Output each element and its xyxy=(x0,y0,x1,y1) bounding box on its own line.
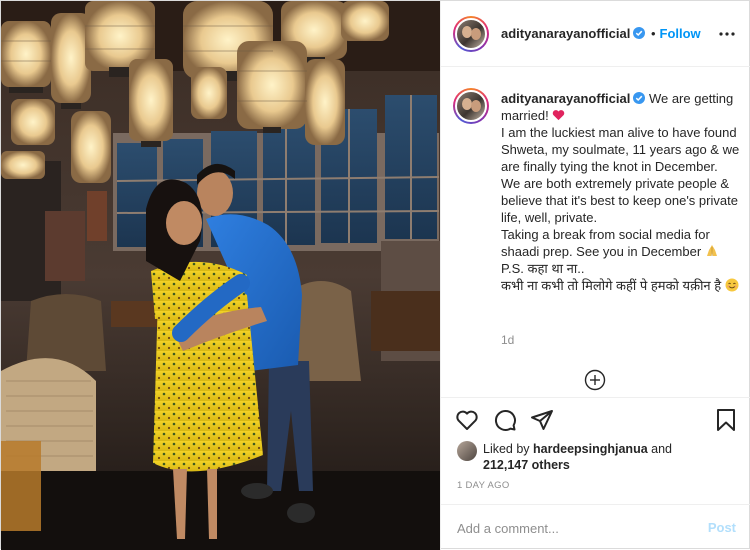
caption-line-2: I am the luckiest man alive to have foun… xyxy=(501,125,740,174)
comment-input[interactable] xyxy=(457,518,697,538)
folded-hands-emoji-icon xyxy=(706,245,717,256)
likes-count[interactable]: 212,147 others xyxy=(483,458,570,472)
instagram-post: adityanarayanofficial • Follow adityanara… xyxy=(0,0,750,550)
likes-line-1: Liked by hardeepsinghjanua and xyxy=(483,442,672,456)
caption-username[interactable]: adityanarayanofficial xyxy=(501,91,630,106)
caption-avatar[interactable] xyxy=(453,88,489,124)
follow-button[interactable]: Follow xyxy=(660,26,701,41)
post-photo[interactable] xyxy=(1,1,440,550)
post-date[interactable]: 1 DAY AGO xyxy=(457,480,510,491)
caption-time-ago[interactable]: 1d xyxy=(501,333,514,347)
caption-area: adityanarayanofficial We are getting mar… xyxy=(441,68,750,391)
smiling-face-emoji-icon xyxy=(725,278,739,292)
verified-badge-icon xyxy=(633,92,646,104)
comment-icon[interactable] xyxy=(493,408,517,432)
header-username[interactable]: adityanarayanofficial xyxy=(501,26,630,41)
red-heart-emoji-icon xyxy=(553,110,565,121)
post-comment-button[interactable]: Post xyxy=(708,520,736,535)
comment-bar: Post xyxy=(441,504,750,550)
separator-dot: • xyxy=(650,26,656,41)
share-icon[interactable] xyxy=(530,408,554,432)
more-options-icon[interactable] xyxy=(718,25,736,43)
likes-and-label: and xyxy=(651,442,672,456)
caption-text: adityanarayanofficial We are getting mar… xyxy=(501,90,741,294)
likes-summary: Liked by hardeepsinghjanua and 212,147 o… xyxy=(457,441,747,477)
photo-couple-restaurant xyxy=(1,1,440,550)
likes-line-2: 212,147 others xyxy=(483,458,570,472)
avatar[interactable] xyxy=(453,16,489,52)
caption-line-4: Taking a break from social media for sha… xyxy=(501,227,710,259)
caption-line-6: कभी ना कभी तो मिलोगे कहीं पे हमको यक़ीन … xyxy=(501,278,722,293)
liker-username[interactable]: hardeepsinghjanua xyxy=(533,442,648,456)
caption-line-5: P.S. कहा था ना.. xyxy=(501,261,585,276)
header-username-line: adityanarayanofficial • Follow xyxy=(501,26,701,41)
save-icon[interactable] xyxy=(714,408,738,432)
liker-avatar[interactable] xyxy=(457,441,477,461)
plus-circle-icon[interactable] xyxy=(584,369,606,391)
action-bar xyxy=(441,397,750,441)
verified-badge-icon xyxy=(633,27,646,39)
liked-by-label: Liked by xyxy=(483,442,530,456)
post-header: adityanarayanofficial • Follow xyxy=(441,1,750,67)
post-sidebar: adityanarayanofficial • Follow adityanara… xyxy=(440,1,750,550)
heart-icon[interactable] xyxy=(455,408,479,432)
caption-line-3: We are both extremely private people & b… xyxy=(501,176,738,225)
